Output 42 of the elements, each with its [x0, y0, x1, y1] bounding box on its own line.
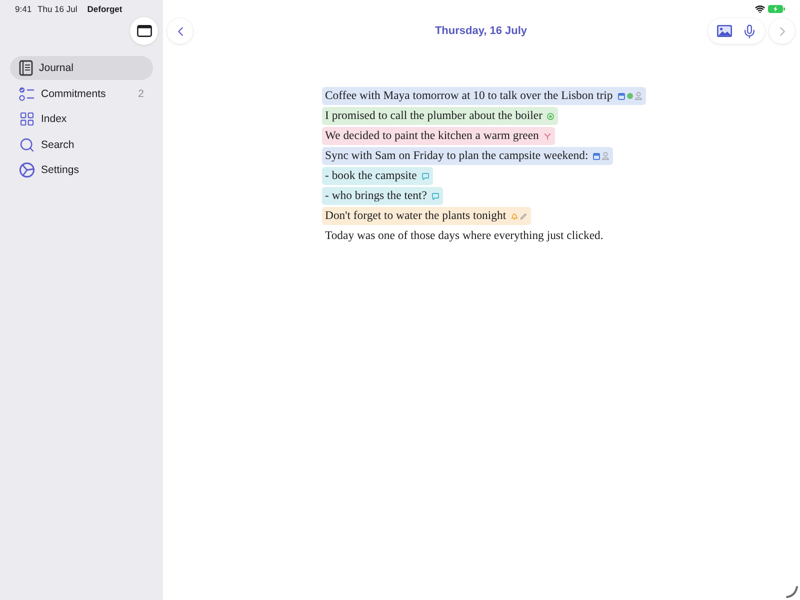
date-title: Thursday, 16 July [434, 25, 528, 37]
person-icon [634, 92, 642, 100]
entry-text: Sync with Sam on Friday to plan the campsite weekend: [325, 148, 588, 164]
status-app-name: Deforget [87, 4, 122, 14]
image-icon [717, 25, 732, 37]
sidebar-item[interactable]: Journal [10, 56, 153, 80]
wifi-icon [755, 4, 765, 14]
battery-icon [768, 5, 785, 13]
entry-text: Today was one of those days where everything just clicked. [325, 228, 604, 244]
image-button[interactable] [717, 25, 732, 37]
status-time: 9:41 [15, 4, 32, 14]
entry-text: - book the campsite [325, 168, 417, 184]
segmented-circle-icon [19, 162, 35, 178]
search-icon [19, 136, 35, 152]
microphone-icon [742, 24, 757, 38]
calendar-icon [593, 152, 600, 160]
sidebar-item[interactable]: Search [10, 132, 153, 156]
status-dot-icon [626, 93, 633, 99]
calendar-icon [618, 92, 625, 100]
entry-text: - who brings the tent? [325, 188, 427, 204]
status-date: Thu 16 Jul [38, 4, 78, 14]
sidebar-toggle-button[interactable] [130, 17, 158, 45]
sidebar-item[interactable]: Settings [10, 158, 153, 182]
chat-bubble-icon [422, 172, 429, 180]
chat-bubble-icon [432, 192, 439, 200]
entry-text: Don't forget to water the plants tonight [325, 208, 506, 224]
sidebar-item[interactable]: Commitments 2 [10, 82, 153, 106]
bell-icon [511, 212, 518, 220]
target-icon [547, 112, 554, 120]
microphone-button[interactable] [742, 24, 757, 38]
entry-text: We decided to paint the kitchen a warm green [325, 128, 539, 144]
fork-icon [544, 132, 551, 140]
person-icon [602, 152, 610, 160]
grid-icon [19, 111, 35, 127]
checklist-icon [19, 86, 35, 100]
sidebar-item[interactable]: Index [10, 107, 153, 131]
notebook-icon [19, 60, 33, 76]
item-count: 2 [138, 88, 144, 100]
entry-text: I promised to call the plumber about the boiler [325, 108, 542, 124]
panel-icon [136, 25, 152, 37]
resize-handle-icon[interactable] [786, 586, 798, 598]
entry-text: Coffee with Maya tomorrow at 10 to talk over the Lisbon trip [325, 88, 613, 104]
